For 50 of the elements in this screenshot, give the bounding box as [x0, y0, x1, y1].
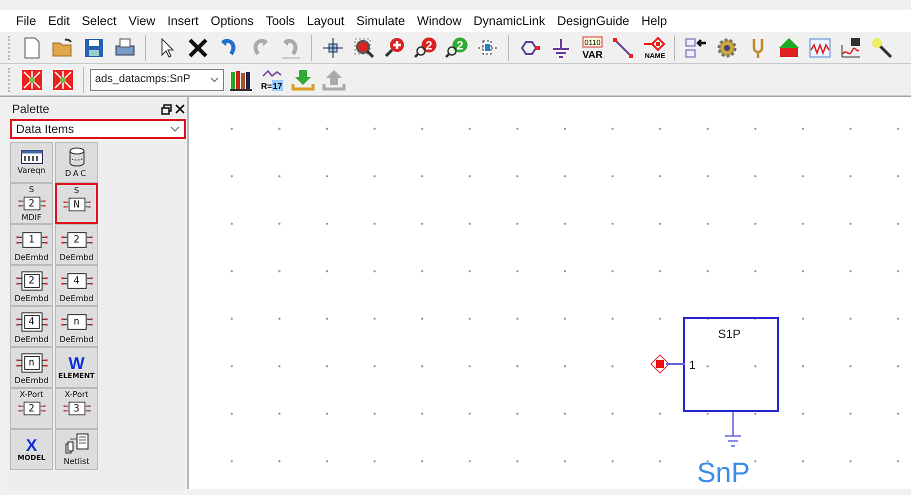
database-icon	[68, 147, 86, 167]
palette-item[interactable]: 4 DeEmbd	[55, 265, 98, 306]
palette-item[interactable]: 2 DeEmbd	[55, 224, 98, 265]
palette-item[interactable]: DAC	[55, 142, 98, 183]
chevron-down-icon	[170, 126, 180, 132]
palette-item[interactable]: n DeEmbd	[10, 347, 53, 388]
window-icon	[20, 150, 42, 164]
menu-item[interactable]: DynamicLink	[468, 10, 552, 32]
menu-item[interactable]: Select	[76, 10, 122, 32]
palette-item[interactable]: Netlist	[55, 429, 98, 470]
close-icon[interactable]	[175, 104, 185, 114]
component-label: SnP	[697, 457, 750, 489]
restore-window-icon[interactable]	[161, 104, 172, 114]
palette-item[interactable]: S 2 MDIF	[10, 183, 53, 224]
component-block-icon	[14, 311, 50, 333]
menu-item[interactable]: Edit	[42, 10, 76, 32]
palette-item[interactable]: n DeEmbd	[55, 306, 98, 347]
panel-title: Palette	[12, 101, 50, 118]
palette-item[interactable]: Vareqn	[10, 142, 53, 183]
menu-item[interactable]: Insert	[161, 10, 205, 32]
menu-item[interactable]: Simulate	[350, 10, 412, 32]
library-dropdown[interactable]: ads_datacmps:SnP	[90, 68, 224, 90]
category-dropdown[interactable]: Data Items	[10, 119, 186, 139]
menu-item[interactable]: Tools	[260, 10, 301, 32]
palette-item[interactable]: S N	[55, 183, 98, 224]
component-block-icon	[14, 352, 50, 374]
menu-item[interactable]: Options	[204, 10, 260, 32]
component-symbol[interactable]: S1P 1	[683, 317, 779, 412]
menu-item[interactable]: DesignGuide	[551, 10, 636, 32]
documents-icon	[64, 433, 88, 455]
component-block-icon	[14, 229, 50, 251]
port-pin-drawing[interactable]	[650, 354, 685, 374]
port-number: 1	[689, 357, 696, 374]
palette-item[interactable]: 4 DeEmbd	[10, 306, 53, 347]
component-block-icon	[58, 229, 94, 251]
component-block-icon	[14, 270, 50, 292]
palette-item[interactable]: X-Port 3	[55, 388, 98, 429]
menu-item[interactable]: File	[10, 10, 42, 32]
component-block-icon	[58, 311, 94, 333]
menu-item[interactable]: View	[122, 10, 162, 32]
component-block-icon	[58, 270, 94, 292]
palette-item[interactable]: 1 DeEmbd	[10, 224, 53, 265]
component-name: S1P	[718, 326, 741, 343]
menu-item[interactable]: Window	[411, 10, 468, 32]
schematic-canvas[interactable]: S1P 1 SnP	[189, 97, 911, 489]
palette-item[interactable]: X-Port 2	[10, 388, 53, 429]
chevron-down-icon	[210, 76, 219, 82]
menu-item[interactable]: Help	[635, 10, 674, 32]
palette-item[interactable]: 2 DeEmbd	[10, 265, 53, 306]
menu-item[interactable]: Layout	[300, 10, 350, 32]
